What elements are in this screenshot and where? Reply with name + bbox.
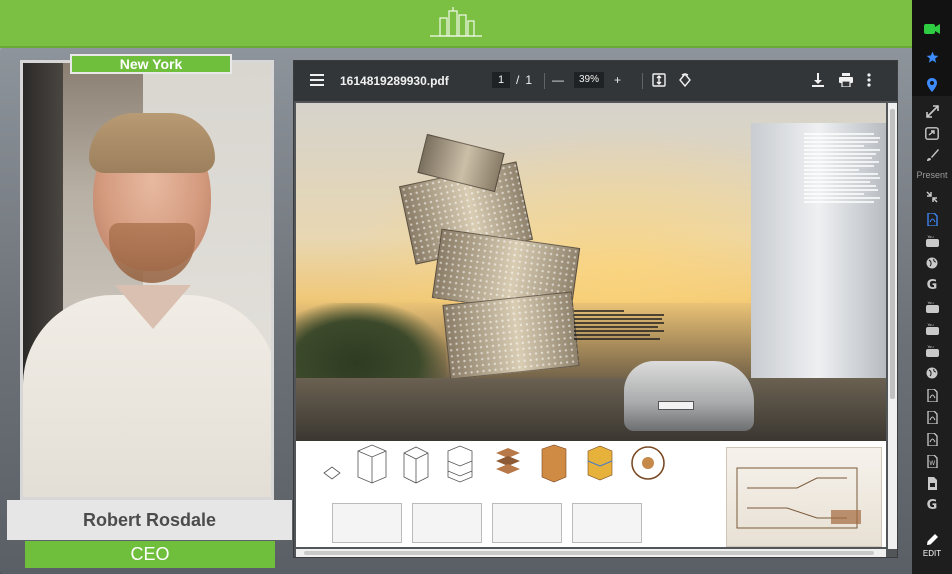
- fit-to-page-icon[interactable]: [652, 73, 666, 87]
- google-icon[interactable]: G: [921, 276, 943, 294]
- brush-icon[interactable]: [921, 146, 943, 164]
- horizontal-scrollbar[interactable]: [296, 549, 886, 557]
- star-icon[interactable]: [921, 48, 943, 66]
- more-vert-icon[interactable]: [867, 73, 871, 87]
- svg-text:W: W: [929, 460, 935, 467]
- presenter-role: CEO: [25, 541, 275, 568]
- edit-button[interactable]: EDIT: [912, 534, 952, 558]
- pdf-icon[interactable]: [921, 408, 943, 426]
- youtube-icon[interactable]: You: [921, 320, 943, 338]
- svg-text:You: You: [927, 345, 933, 349]
- top-bar: [0, 0, 912, 48]
- svg-text:You: You: [927, 323, 933, 327]
- page-separator: /: [516, 73, 520, 87]
- location-pin-icon[interactable]: [921, 76, 943, 94]
- pencil-icon: [926, 534, 938, 547]
- menu-icon[interactable]: [310, 74, 324, 86]
- share-screen-icon[interactable]: [921, 124, 943, 142]
- toolbar-divider: [544, 73, 545, 89]
- rotate-icon[interactable]: [678, 73, 692, 87]
- page-number-input[interactable]: 1: [492, 72, 510, 88]
- presenter-video: [20, 60, 274, 500]
- zoom-in-button[interactable]: +: [614, 73, 621, 87]
- svg-text:You: You: [927, 301, 933, 305]
- youtube-icon[interactable]: You: [921, 298, 943, 316]
- svg-text:You: You: [927, 235, 933, 239]
- massing-diagrams: [296, 441, 886, 547]
- presenter-name: Robert Rosdale: [7, 500, 292, 540]
- right-toolbar: Present You G You You You W G EDIT: [912, 0, 952, 574]
- slides-icon[interactable]: [921, 474, 943, 492]
- zoom-out-button[interactable]: —: [552, 73, 564, 87]
- vertical-scrollbar[interactable]: [888, 103, 897, 549]
- download-icon[interactable]: [812, 73, 824, 87]
- section-drawing: [726, 447, 882, 547]
- pdf-icon[interactable]: [921, 386, 943, 404]
- globe-icon[interactable]: [921, 364, 943, 382]
- city-skyline-logo: [426, 6, 486, 40]
- edit-label: EDIT: [922, 549, 942, 558]
- zoom-level-input[interactable]: 39%: [574, 72, 604, 88]
- globe-icon[interactable]: [921, 254, 943, 272]
- compress-icon[interactable]: [921, 188, 943, 206]
- youtube-icon[interactable]: You: [921, 342, 943, 360]
- google-icon[interactable]: G: [921, 496, 943, 514]
- camera-icon[interactable]: [921, 20, 943, 38]
- pdf-viewer: 1614819289930.pdf 1 / 1 — 39% +: [293, 60, 898, 558]
- architectural-render-image: [296, 103, 886, 441]
- pdf-page[interactable]: [296, 103, 886, 547]
- youtube-icon[interactable]: You: [921, 232, 943, 250]
- pdf-toolbar: 1614819289930.pdf 1 / 1 — 39% +: [294, 61, 897, 101]
- print-icon[interactable]: [839, 73, 853, 87]
- pdf-icon[interactable]: [921, 210, 943, 228]
- expand-icon[interactable]: [921, 102, 943, 120]
- present-label: Present: [916, 170, 948, 180]
- toolbar-divider: [642, 73, 643, 89]
- page-indicator: 1 / 1: [492, 72, 532, 88]
- page-total: 1: [525, 73, 533, 87]
- word-icon[interactable]: W: [921, 452, 943, 470]
- pdf-icon[interactable]: [921, 430, 943, 448]
- pdf-file-name: 1614819289930.pdf: [340, 74, 449, 88]
- zoom-controls: — 39% +: [552, 72, 621, 88]
- location-badge: New York: [70, 54, 232, 74]
